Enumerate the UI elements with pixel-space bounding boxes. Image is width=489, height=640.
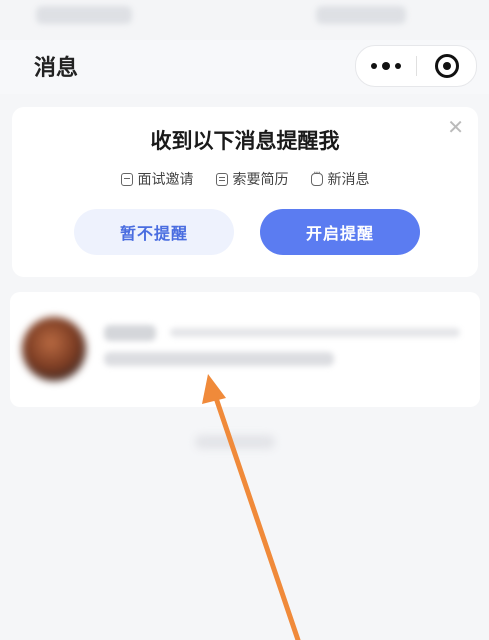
prompt-title: 收到以下消息提醒我 bbox=[150, 129, 340, 153]
close-mini-program-button[interactable] bbox=[417, 46, 476, 86]
not-now-button[interactable]: 暂不提醒 bbox=[74, 209, 234, 255]
enable-notifications-button[interactable]: 开启提醒 bbox=[260, 209, 420, 255]
notification-prompt-card: ✕ 收到以下消息提醒我 面试邀请 索要简历 新消息 暂不提醒 开启提醒 bbox=[12, 107, 478, 277]
feature-item-resume: 索要简历 bbox=[215, 169, 289, 189]
avatar bbox=[22, 317, 86, 381]
arrow-shaft bbox=[211, 389, 301, 640]
chat-bubble-icon bbox=[310, 168, 323, 186]
feature-label: 新消息 bbox=[327, 172, 370, 188]
messages-page: 消息 ✕ 收到以下消息提醒我 面试邀请 索要简历 ··· 新消息 暂不提醒 开启… bbox=[0, 0, 489, 640]
sender-name-blurred bbox=[104, 325, 156, 341]
page-title: 消息 bbox=[34, 56, 79, 81]
feature-label: 面试邀请 bbox=[137, 172, 194, 188]
message-preview-blurred bbox=[104, 352, 334, 366]
more-dot-icon bbox=[382, 62, 390, 70]
document-icon bbox=[215, 172, 228, 186]
more-dot-icon bbox=[395, 63, 401, 69]
feature-item-new-message: 新消息 bbox=[310, 168, 370, 189]
message-list-item[interactable] bbox=[10, 292, 480, 407]
list-footer-blurred bbox=[195, 435, 275, 449]
more-dot-icon bbox=[371, 63, 377, 69]
target-icon bbox=[434, 54, 459, 78]
message-meta-blurred bbox=[170, 328, 460, 337]
briefcase-icon bbox=[120, 172, 133, 186]
more-options-button[interactable] bbox=[356, 46, 416, 86]
feature-list: 面试邀请 索要简历 新消息 bbox=[12, 168, 478, 189]
nav-bar: 消息 bbox=[0, 40, 489, 94]
status-bar-right-blurred bbox=[316, 6, 406, 24]
feature-label: 索要简历 bbox=[232, 172, 289, 188]
feature-item-interview: 面试邀请 bbox=[120, 169, 194, 189]
status-bar bbox=[0, 0, 489, 40]
mini-program-capsule bbox=[355, 45, 477, 87]
status-bar-left-blurred bbox=[36, 6, 132, 24]
